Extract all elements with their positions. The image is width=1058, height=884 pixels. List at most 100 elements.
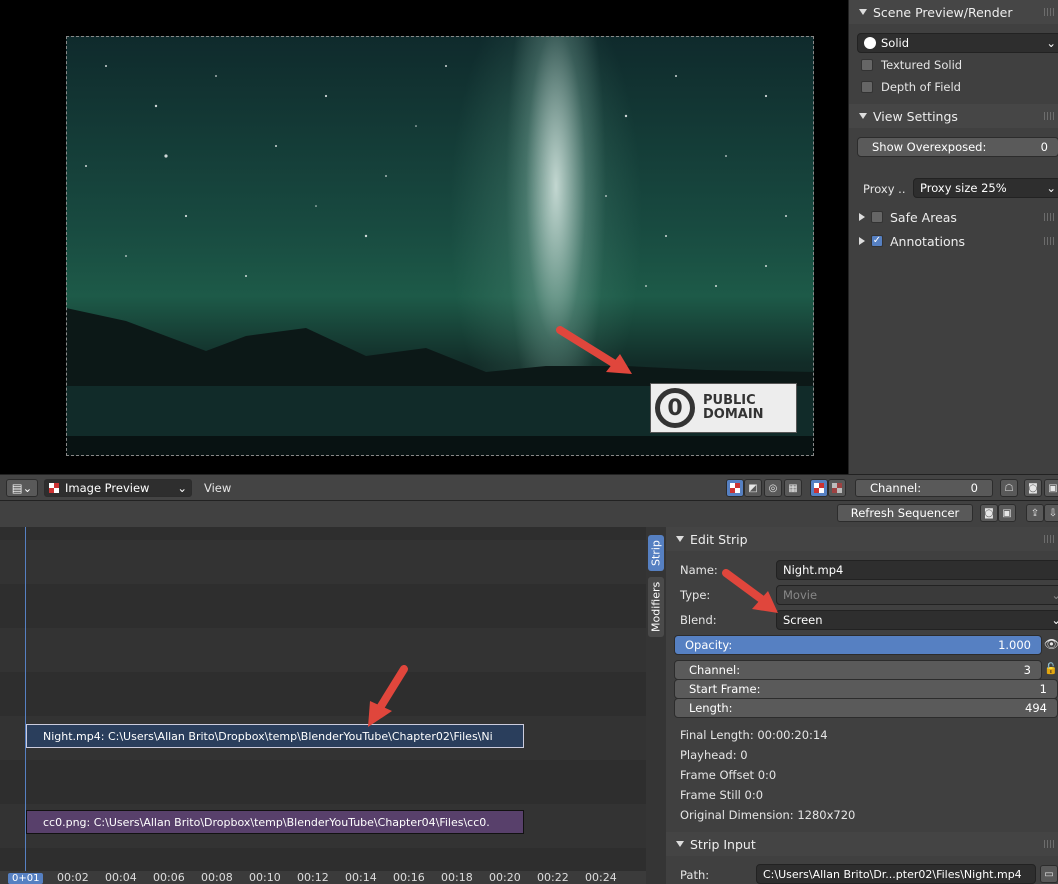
strip-type-value: Movie (783, 588, 818, 602)
annotations-checkbox[interactable]: ✓ (871, 235, 883, 247)
panel-header-safe-areas[interactable]: Safe Areas (849, 205, 1058, 229)
export-icon[interactable]: ⇪ (1026, 504, 1044, 522)
timeline-ruler[interactable]: 00:02 00:04 00:06 00:08 00:10 00:12 00:1… (0, 871, 646, 884)
time-tick: 00:16 (393, 871, 425, 884)
panel-header-scene[interactable]: Scene Preview/Render (849, 0, 1058, 24)
annotation-arrow-icon (556, 326, 632, 374)
solid-sphere-icon (864, 37, 876, 49)
start-frame-field[interactable]: Start Frame: 1 (674, 679, 1058, 699)
preview-channel-value: 0 (970, 481, 978, 495)
opacity-slider[interactable]: Opacity: 1.000 (674, 635, 1042, 655)
strip-properties-panel: Edit Strip Name: Night.mp4 Type: Movie ⌄… (666, 527, 1058, 884)
drag-grip-icon[interactable] (1044, 8, 1054, 16)
start-frame-label: Start Frame: (689, 682, 761, 696)
current-frame-badge[interactable]: 0+01 (8, 873, 44, 884)
checker-backdrop-icon[interactable] (828, 479, 846, 497)
time-tick: 00:18 (441, 871, 473, 884)
eye-icon[interactable]: 👁 (1044, 637, 1058, 651)
movie-strip-night[interactable]: Night.mp4: C:\Users\Allan Brito\Dropbox\… (26, 724, 524, 748)
render-camera-icon[interactable]: ◙ (1024, 479, 1042, 497)
drag-grip-icon[interactable] (1044, 213, 1054, 221)
start-frame-value: 1 (1039, 682, 1047, 696)
image-preview-icon (49, 483, 59, 493)
time-tick: 00:22 (537, 871, 569, 884)
sequencer-editor-icon: ▤⌄ (11, 481, 33, 495)
cc0-text-line2: DOMAIN (703, 407, 764, 422)
tab-strip[interactable]: Strip (648, 535, 664, 571)
view-type-dropdown[interactable]: Image Preview ⌄ (44, 479, 192, 497)
drag-grip-icon[interactable] (1044, 535, 1054, 543)
time-tick: 00:06 (153, 871, 185, 884)
chevron-down-icon: ⌄ (1046, 36, 1056, 50)
drag-grip-icon[interactable] (1044, 112, 1054, 120)
file-browser-icon[interactable]: ▭ (1040, 865, 1058, 883)
type-label: Type: (680, 588, 711, 602)
show-backdrop-icon[interactable] (810, 479, 828, 497)
editor-type-menu[interactable]: ▤⌄ (6, 479, 38, 497)
import-icon[interactable]: ⇩ (1044, 504, 1058, 522)
cc0-zero-symbol: 0 (655, 388, 695, 428)
panel-title: Safe Areas (890, 209, 957, 225)
strip-path-field[interactable]: C:\Users\Allan Brito\Dr...pter02\Files\N… (756, 864, 1036, 884)
display-channels-alpha-icon[interactable]: ◩ (744, 479, 762, 497)
channel-row (0, 628, 646, 672)
display-channels-color-icon[interactable] (726, 479, 744, 497)
blend-mode-dropdown[interactable]: Screen ⌄ (776, 610, 1058, 630)
tab-modifiers[interactable]: Modifiers (648, 577, 664, 637)
blender-sequencer-window: 0 PUBLIC DOMAIN Scene Preview/Render Sol… (0, 0, 1058, 884)
final-length-info: Final Length: 00:00:20:14 (680, 728, 828, 742)
time-tick: 00:10 (249, 871, 281, 884)
drag-grip-icon[interactable] (1044, 237, 1054, 245)
ghost-icon[interactable]: ☖ (1000, 479, 1018, 497)
shading-dropdown[interactable]: Solid ⌄ (857, 33, 1058, 53)
lock-icon[interactable]: 🔓 (1044, 662, 1058, 675)
collapse-triangle-icon (676, 841, 684, 847)
safe-areas-checkbox[interactable] (871, 211, 883, 223)
preview-properties-panel: Scene Preview/Render Solid ⌄ Textured So… (848, 0, 1058, 474)
show-overexposed-label: Show Overexposed: (872, 140, 987, 154)
strip-label: cc0.png: C:\Users\Allan Brito\Dropbox\te… (43, 815, 490, 829)
panel-header-strip-input[interactable]: Strip Input (666, 832, 1058, 856)
strip-name-field[interactable]: Night.mp4 (776, 560, 1058, 580)
panel-header-annotations[interactable]: ✓ Annotations (849, 229, 1058, 253)
clapboard-icon[interactable]: ▣ (998, 504, 1016, 522)
view-menu[interactable]: View (204, 481, 231, 495)
panel-header-edit-strip[interactable]: Edit Strip (666, 527, 1058, 551)
time-tick: 00:14 (345, 871, 377, 884)
drag-grip-icon[interactable] (1044, 840, 1054, 848)
cc0-text-line1: PUBLIC (703, 393, 756, 408)
length-value: 494 (1025, 701, 1047, 715)
length-field[interactable]: Length: 494 (674, 698, 1058, 718)
show-overexposed-field[interactable]: Show Overexposed: 0 (857, 137, 1058, 157)
clapboard-icon[interactable]: ▣ (1044, 479, 1058, 497)
frame-offset-info: Frame Offset 0:0 (680, 768, 777, 782)
textured-solid-checkbox[interactable] (861, 59, 873, 71)
panel-header-view-settings[interactable]: View Settings (849, 104, 1058, 128)
blend-mode-value: Screen (783, 613, 823, 627)
frame-still-info: Frame Still 0:0 (680, 788, 764, 802)
strip-name-value: Night.mp4 (783, 563, 844, 577)
textured-solid-label: Textured Solid (881, 58, 963, 72)
preview-area[interactable]: 0 PUBLIC DOMAIN (0, 0, 848, 474)
sequencer-timeline[interactable]: Night.mp4: C:\Users\Allan Brito\Dropbox\… (0, 527, 646, 884)
properties-tabs: Strip Modifiers (646, 527, 666, 884)
opacity-value: 1.000 (998, 638, 1031, 652)
waveform-icon[interactable]: ◎ (764, 479, 782, 497)
channel-field[interactable]: Channel: 3 (674, 660, 1042, 680)
length-label: Length: (689, 701, 733, 715)
render-camera-icon[interactable]: ◙ (980, 504, 998, 522)
proxy-size-value: Proxy size 25% (920, 181, 1007, 195)
depth-of-field-checkbox[interactable] (861, 81, 873, 93)
histogram-icon[interactable]: ▦ (784, 479, 802, 497)
preview-channel-label: Channel: (870, 481, 922, 495)
collapse-triangle-icon (859, 9, 867, 15)
refresh-sequencer-button[interactable]: Refresh Sequencer (837, 504, 973, 522)
proxy-size-dropdown[interactable]: Proxy size 25% ⌄ (913, 178, 1058, 198)
preview-channel-field[interactable]: Channel: 0 (855, 479, 993, 497)
opacity-label: Opacity: (685, 638, 733, 652)
channel-value: 3 (1023, 663, 1031, 677)
channel-row (0, 540, 646, 584)
panel-title: Strip Input (690, 836, 756, 852)
image-strip-cc0[interactable]: cc0.png: C:\Users\Allan Brito\Dropbox\te… (26, 810, 524, 834)
playhead-line[interactable] (25, 527, 26, 871)
